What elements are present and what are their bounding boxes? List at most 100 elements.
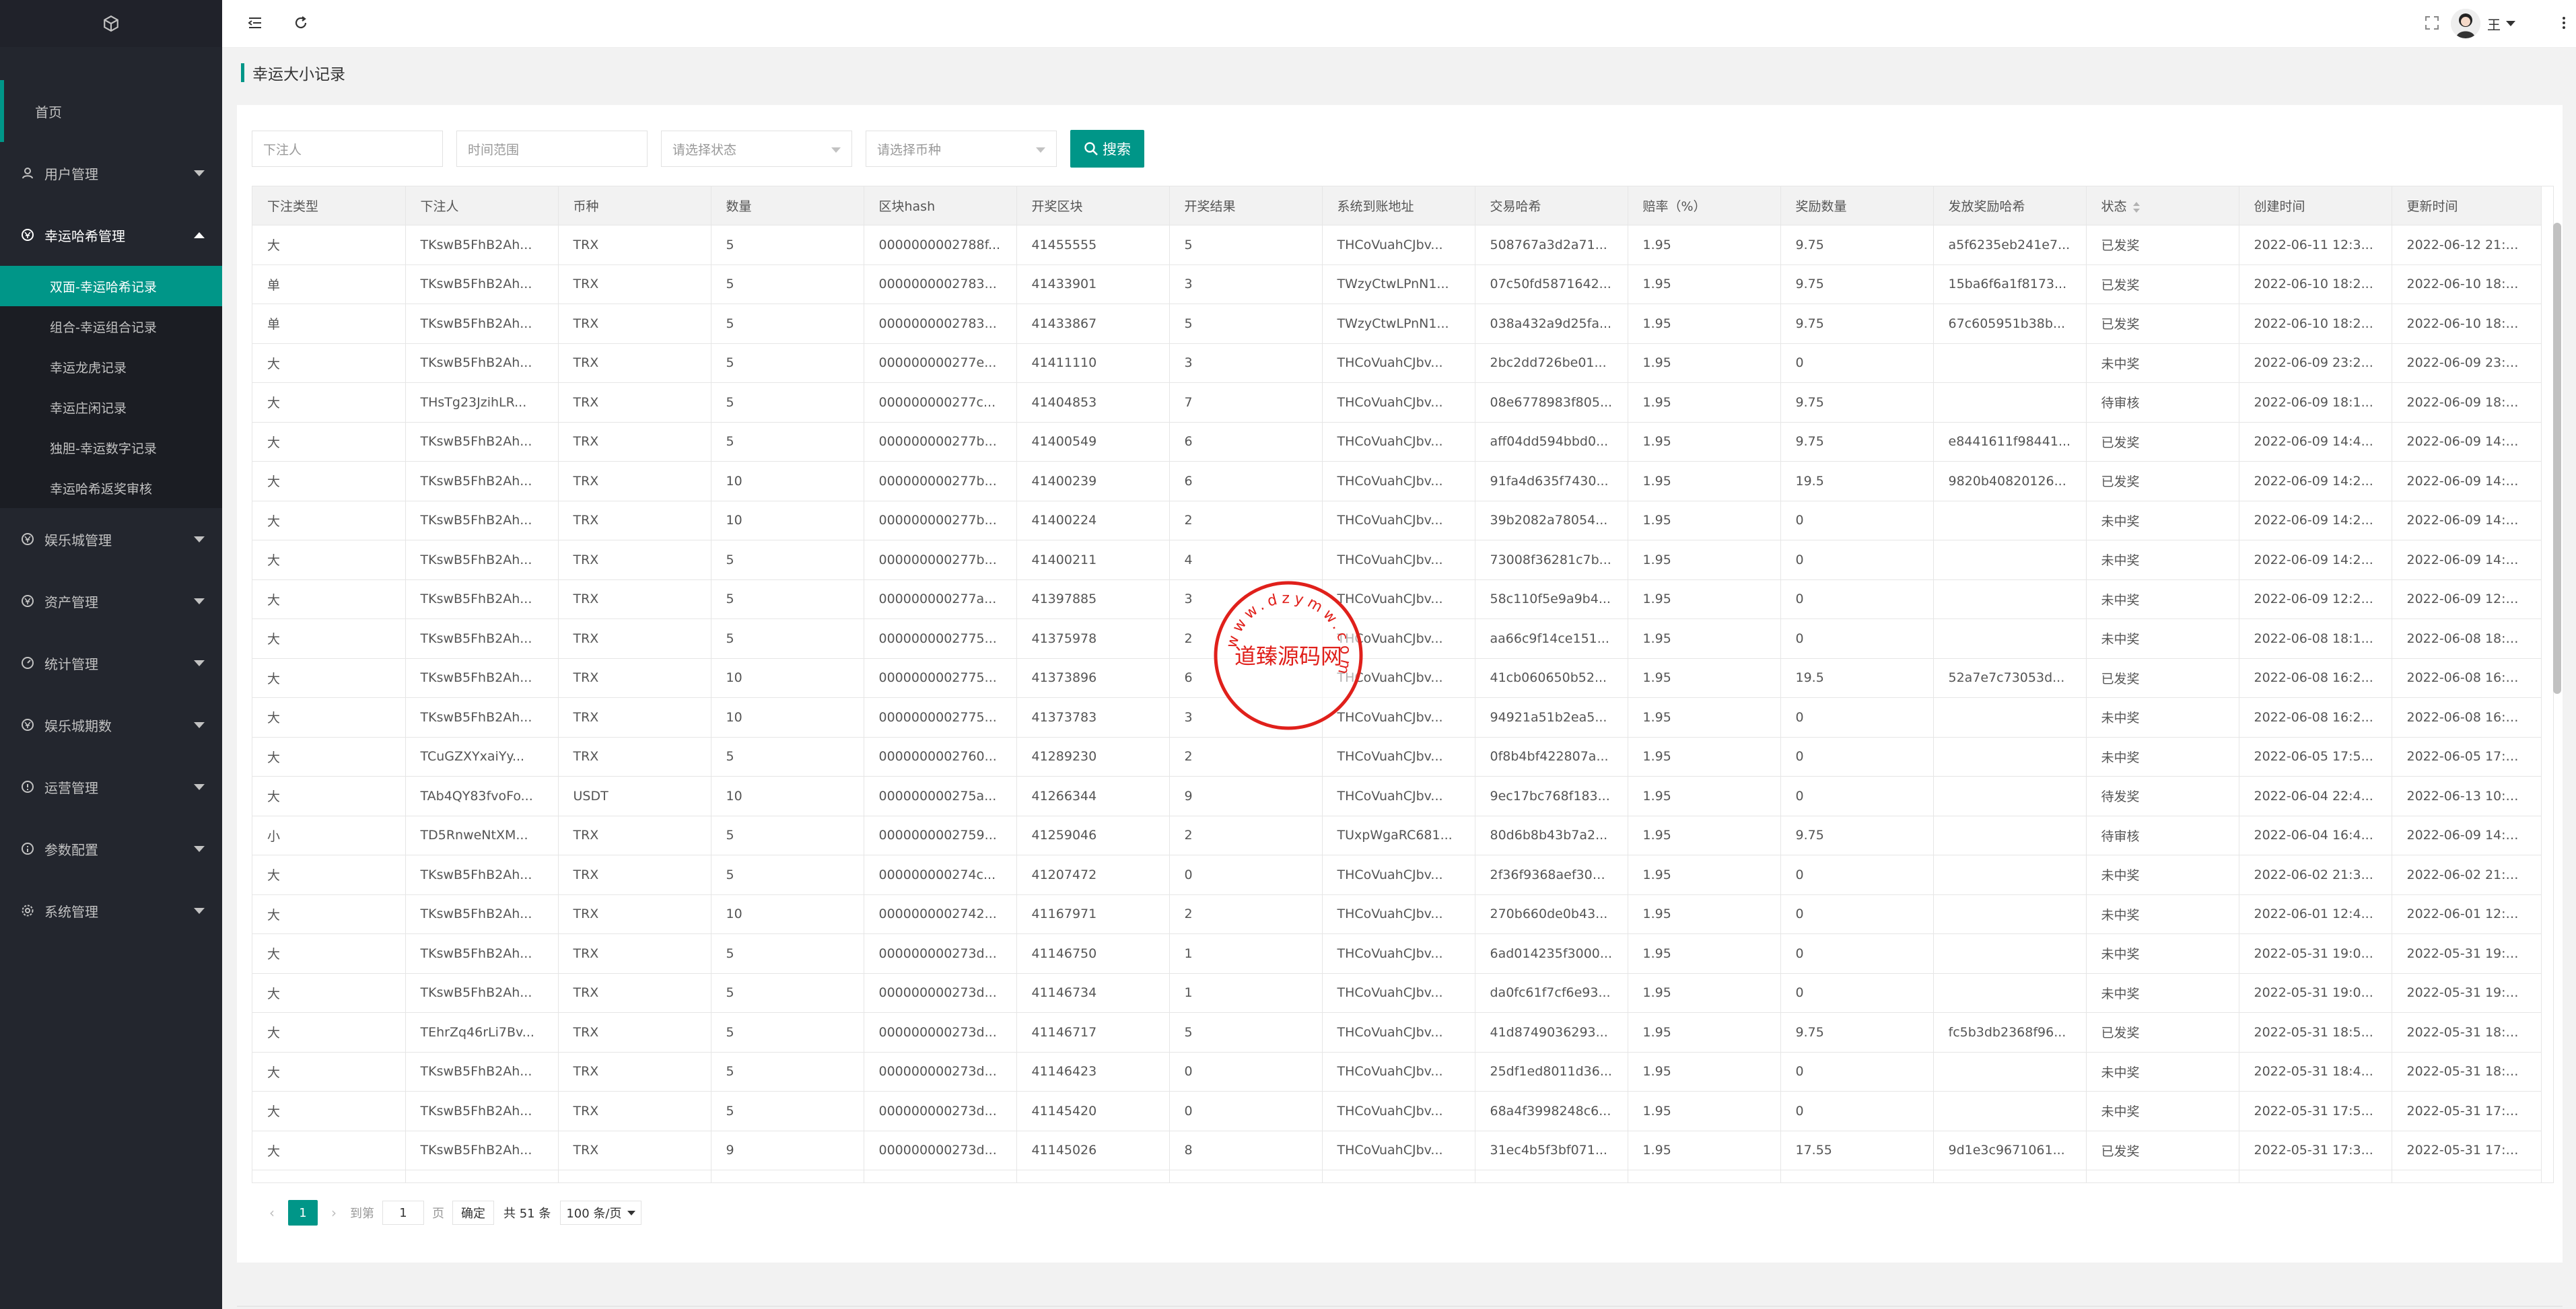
table-cell: THCoVuahCJbv... <box>1322 1170 1475 1182</box>
table-cell: 0000000002742... <box>864 894 1017 934</box>
table-cell: 0 <box>1169 1170 1323 1182</box>
table-cell: 2022-05-31 19:0... <box>2239 973 2392 1013</box>
bettor-input[interactable]: 下注人 <box>252 131 443 167</box>
table-cell: TRX <box>558 501 711 540</box>
user-menu[interactable]: 王 <box>2451 7 2515 40</box>
table-cell: 9 <box>1169 776 1323 816</box>
records-table: 下注类型 下注人 币种 数量 区块hash 开奖区块 开奖结果 系统到账地址 交… <box>252 186 2554 1183</box>
table-cell <box>1933 933 2087 974</box>
table-cell: 487f063fe2e64b... <box>1475 1170 1628 1182</box>
submenu-item[interactable]: 幸运龙虎记录 <box>0 347 222 387</box>
table-cell: TKswB5FhB2Ah... <box>405 422 559 462</box>
chevron-down-icon <box>194 722 205 728</box>
table-cell: 2022-06-10 18:30... <box>2392 264 2542 304</box>
table-cell: TD5RnweNtXM... <box>405 816 559 855</box>
table-cell: 未中奖 <box>2086 579 2239 619</box>
page-size-select[interactable]: 100 条/页 <box>560 1201 641 1225</box>
table-cell: 5 <box>711 855 864 895</box>
prev-page-icon[interactable]: ‹ <box>265 1203 279 1223</box>
submenu-item[interactable]: 幸运庄闲记录 <box>0 387 222 427</box>
table-cell <box>1933 501 2087 540</box>
logo[interactable] <box>0 0 222 47</box>
chevron-down-icon <box>194 598 205 604</box>
table-cell: 000000000275a... <box>864 776 1017 816</box>
table-cell: THCoVuahCJbv... <box>1322 501 1475 540</box>
table-cell: THCoVuahCJbv... <box>1322 1012 1475 1053</box>
table-row: 大 TKswB5FhB2Ah... TRX 5 000000000277b... 4140… <box>252 422 2542 462</box>
collapse-menu-icon[interactable] <box>246 13 265 32</box>
table-cell: 大 <box>252 618 406 659</box>
menu-operations[interactable]: 运营管理 <box>0 756 222 818</box>
current-page[interactable]: 1 <box>288 1200 318 1226</box>
fullscreen-icon[interactable] <box>2423 13 2441 32</box>
status-select[interactable]: 请选择状态 <box>661 131 852 167</box>
table-cell: 5 <box>711 343 864 383</box>
table-cell <box>1933 776 2087 816</box>
table-cell <box>1933 697 2087 738</box>
next-page-icon[interactable]: › <box>327 1203 341 1223</box>
currency-select[interactable]: 请选择币种 <box>866 131 1057 167</box>
menu-assets[interactable]: 资产管理 <box>0 570 222 632</box>
table-cell: 41373783 <box>1016 697 1170 738</box>
pagination: ‹ 1 › 到第 1 页 确定 共 51 条 100 条/页 <box>265 1199 641 1226</box>
table-cell: 1.95 <box>1628 382 1781 423</box>
menu-casino-periods[interactable]: 娱乐城期数 <box>0 694 222 756</box>
table-cell: 0000000002775... <box>864 697 1017 738</box>
table-cell: TKswB5FhB2Ah... <box>405 658 559 698</box>
table-cell: TRX <box>558 264 711 304</box>
table-cell: 5 <box>711 579 864 619</box>
table-cell: 未中奖 <box>2086 933 2239 974</box>
table-cell: 41d8749036293... <box>1475 1012 1628 1053</box>
coin-icon <box>20 594 35 608</box>
time-range-placeholder: 时间范围 <box>468 142 520 157</box>
time-range-input[interactable]: 时间范围 <box>456 131 648 167</box>
table-cell: TRX <box>558 382 711 423</box>
table-header-cell: 下注类型 <box>252 186 406 225</box>
refresh-icon[interactable] <box>291 13 310 32</box>
submenu-item[interactable]: 双面-幸运哈希记录 <box>0 266 222 306</box>
menu-statistics[interactable]: 统计管理 <box>0 632 222 694</box>
table-cell: 0000000002775... <box>864 658 1017 698</box>
table-cell: 6 <box>1169 461 1323 501</box>
search-button[interactable]: 搜索 <box>1070 130 1144 168</box>
table-row: 大 TKswB5FhB2Ah... TRX 5 0000000002775... 4137… <box>252 618 2542 659</box>
scrollbar-thumb[interactable] <box>2553 223 2561 694</box>
table-cell: 5 <box>711 264 864 304</box>
table-cell: TRX <box>558 461 711 501</box>
table-cell: e8441611f98441... <box>1933 422 2087 462</box>
search-icon <box>1084 142 1098 155</box>
submenu-item[interactable]: 幸运哈希返奖审核 <box>0 468 222 508</box>
table-cell: 5 <box>711 1052 864 1092</box>
table-cell: 41cb060650b52... <box>1475 658 1628 698</box>
table-cell: 08e6778983f805... <box>1475 382 1628 423</box>
table-cell: 2022-05-31 17:3... <box>2239 1170 2392 1182</box>
table-cell: 1.95 <box>1628 618 1781 659</box>
table-cell: 9ec17bc768f183... <box>1475 776 1628 816</box>
table-row: 大 TEhrZq46rLi7Bv... TRX 5 000000000273d... 41… <box>252 1012 2542 1053</box>
submenu-item[interactable]: 组合-幸运组合记录 <box>0 306 222 347</box>
menu-user-management[interactable]: 用户管理 <box>0 142 222 204</box>
table-cell: 10 <box>711 776 864 816</box>
table-cell: 未中奖 <box>2086 1091 2239 1131</box>
menu-lucky-hash[interactable]: 幸运哈希管理 <box>0 204 222 266</box>
table-cell: 41400549 <box>1016 422 1170 462</box>
table-header-status[interactable]: 状态 <box>2086 186 2239 225</box>
table-cell: 000000000273d... <box>864 1052 1017 1092</box>
table-cell: 41259046 <box>1016 816 1170 855</box>
menu-params[interactable]: 参数配置 <box>0 818 222 880</box>
table-cell: 2022-05-31 18:45... <box>2392 1052 2542 1092</box>
submenu-item[interactable]: 独胆-幸运数字记录 <box>0 427 222 468</box>
menu-home[interactable]: 首页 <box>0 80 222 142</box>
table-cell: 2022-06-04 22:4... <box>2239 776 2392 816</box>
table-cell: 41433901 <box>1016 264 1170 304</box>
sort-icon[interactable] <box>2132 201 2140 213</box>
table-cell: 2022-06-08 16:2... <box>2239 697 2392 738</box>
table-cell: 大 <box>252 422 406 462</box>
table-scrollbar[interactable] <box>2553 223 2561 1199</box>
menu-casino[interactable]: 娱乐城管理 <box>0 508 222 570</box>
more-vertical-icon[interactable] <box>2554 13 2573 32</box>
goto-page-input[interactable]: 1 <box>382 1201 424 1225</box>
goto-confirm-button[interactable]: 确定 <box>452 1201 494 1225</box>
table-cell: TRX <box>558 973 711 1013</box>
menu-system[interactable]: 系统管理 <box>0 880 222 942</box>
